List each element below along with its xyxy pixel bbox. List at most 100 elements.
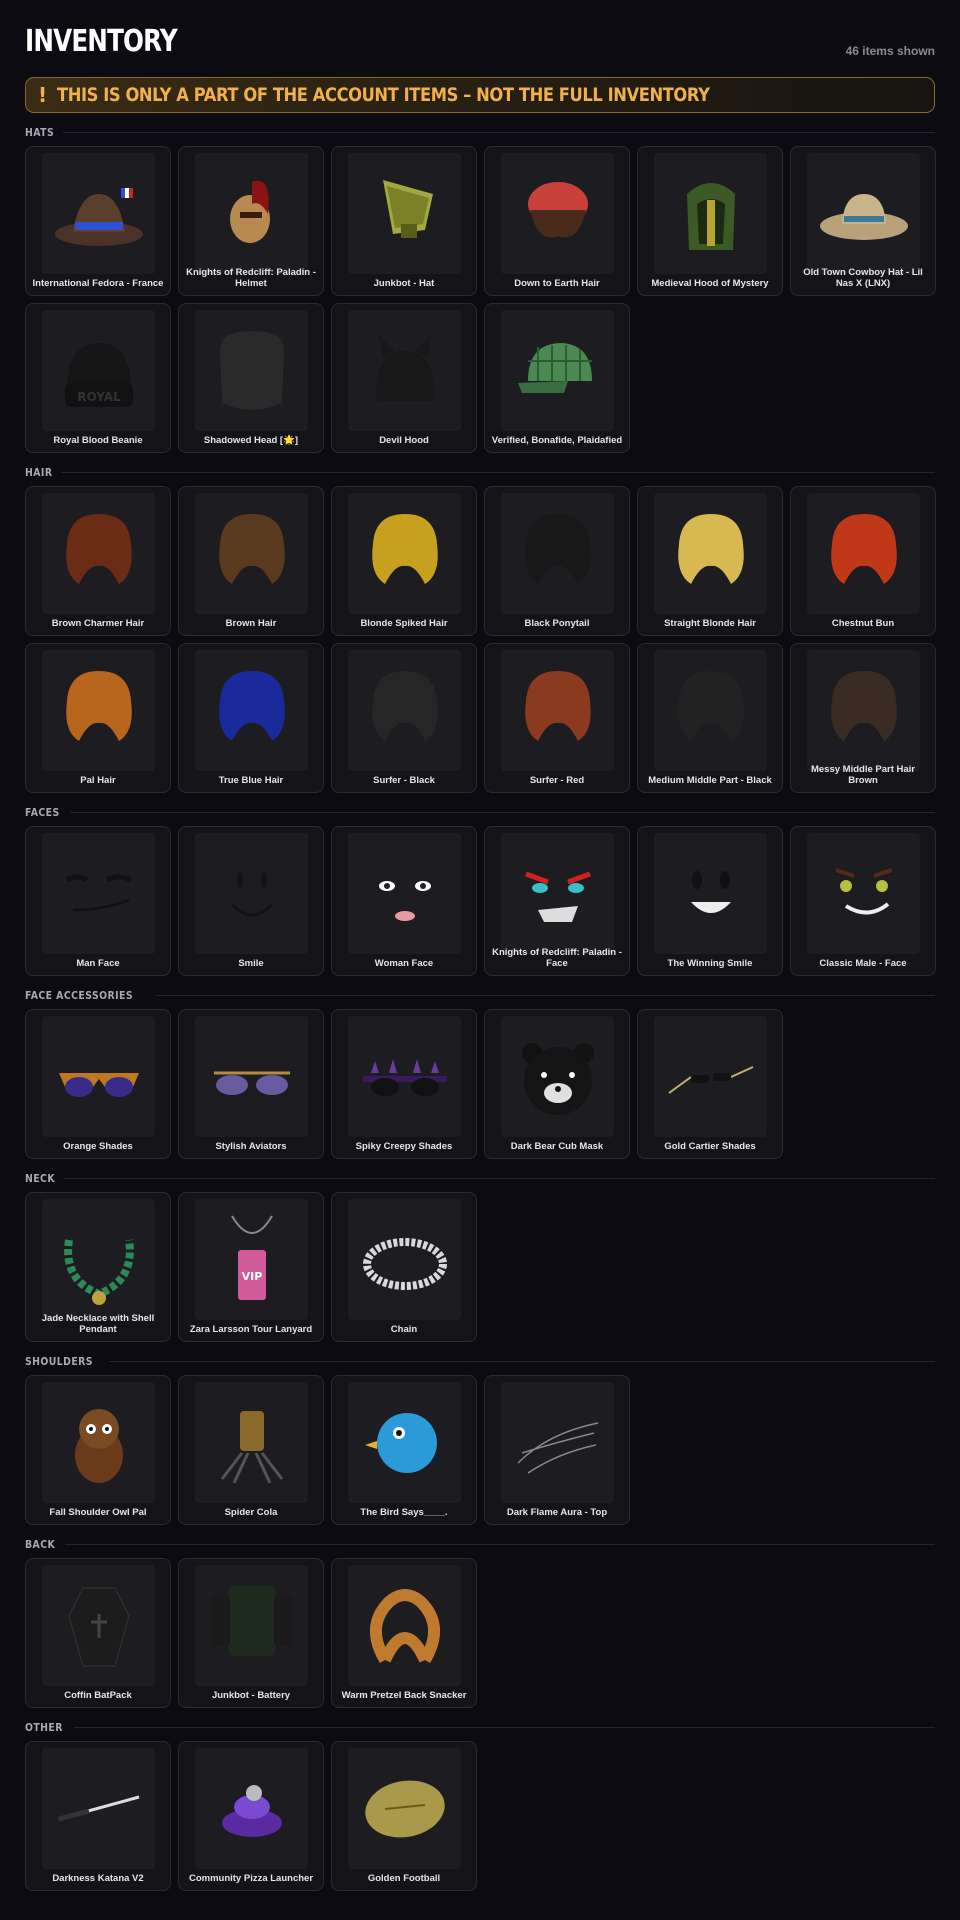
face-icon xyxy=(524,871,591,922)
item-card[interactable]: Woman Face xyxy=(331,826,477,976)
item-card[interactable]: Pal Hair xyxy=(25,643,171,793)
item-card[interactable]: Surfer - Black xyxy=(331,643,477,793)
item-thumbnail xyxy=(195,1748,308,1869)
svg-text:VIP: VIP xyxy=(241,1270,262,1283)
pretzel-icon xyxy=(369,1588,440,1663)
item-card[interactable]: International Fedora - France xyxy=(25,146,171,296)
beanie-hair-icon xyxy=(527,181,588,238)
fedora-hat-icon xyxy=(54,187,143,246)
item-card[interactable]: True Blue Hair xyxy=(178,643,324,793)
section-divider xyxy=(156,994,935,996)
item-card[interactable]: VIP Zara Larsson Tour Lanyard xyxy=(178,1192,324,1342)
item-thumbnail xyxy=(195,1016,308,1137)
item-name-text: Dark Flame Aura - Top xyxy=(506,1507,608,1518)
hair-icon xyxy=(677,513,744,584)
item-card[interactable]: Black Ponytail xyxy=(484,486,630,636)
item-card[interactable]: Golden Football xyxy=(331,1741,477,1891)
item-card[interactable]: Dark Flame Aura - Top xyxy=(484,1375,630,1525)
item-card[interactable]: The Bird Says____. xyxy=(331,1375,477,1525)
item-name: Knights of Redcliff: Paladin - Face xyxy=(489,947,625,969)
item-name-text: Smile xyxy=(238,958,264,969)
item-card[interactable]: Brown Charmer Hair xyxy=(25,486,171,636)
necklace-icon xyxy=(63,1238,134,1305)
item-card[interactable]: Coffin BatPack xyxy=(25,1558,171,1708)
item-name: Gold Cartier Shades xyxy=(642,1131,778,1152)
item-name: Medium Middle Part - Black xyxy=(642,765,778,786)
item-card[interactable]: Devil Hood xyxy=(331,303,477,453)
item-card[interactable]: Straight Blonde Hair xyxy=(637,486,783,636)
item-name: Warm Pretzel Back Snacker xyxy=(336,1680,472,1701)
item-thumbnail xyxy=(348,1382,461,1503)
item-name: Pal Hair xyxy=(30,765,166,786)
item-name-text: Old Town Cowboy Hat - Lil Nas X (LNX) xyxy=(803,267,923,289)
item-card[interactable]: Dark Bear Cub Mask xyxy=(484,1009,630,1159)
item-card[interactable]: Fall Shoulder Owl Pal xyxy=(25,1375,171,1525)
hair-icon xyxy=(677,670,744,741)
item-name: International Fedora - France xyxy=(30,268,166,289)
svg-text:ROYAL: ROYAL xyxy=(77,390,121,404)
item-card[interactable]: Stylish Aviators xyxy=(178,1009,324,1159)
hair-icon xyxy=(524,670,591,741)
item-name-text: Classic Male - Face xyxy=(819,958,907,969)
item-card[interactable]: Knights of Redcliff: Paladin - Helmet xyxy=(178,146,324,296)
item-card[interactable]: Knights of Redcliff: Paladin - Face xyxy=(484,826,630,976)
item-name: Orange Shades xyxy=(30,1131,166,1152)
item-name: Medieval Hood of Mystery xyxy=(642,268,778,289)
item-name: Messy Middle Part Hair Brown xyxy=(795,764,931,786)
item-card[interactable]: Darkness Katana V2 xyxy=(25,1741,171,1891)
item-thumbnail xyxy=(195,833,308,954)
item-thumbnail: VIP xyxy=(195,1199,308,1320)
item-card[interactable]: Blonde Spiked Hair xyxy=(331,486,477,636)
item-card[interactable]: Man Face xyxy=(25,826,171,976)
item-name-text: Junkbot - Battery xyxy=(211,1690,291,1701)
item-thumbnail xyxy=(195,493,308,614)
item-thumbnail xyxy=(807,153,920,274)
aura-icon xyxy=(516,1421,598,1474)
section-divider xyxy=(64,1177,935,1179)
item-card[interactable]: Messy Middle Part Hair Brown xyxy=(790,643,936,793)
item-card[interactable]: The Winning Smile xyxy=(637,826,783,976)
top-bar: INVENTORY 46 items shown xyxy=(0,0,960,68)
item-card[interactable]: Smile xyxy=(178,826,324,976)
item-card[interactable]: Classic Male - Face xyxy=(790,826,936,976)
item-card[interactable]: Community Pizza Launcher xyxy=(178,1741,324,1891)
battery-icon xyxy=(211,1585,292,1656)
item-card[interactable]: Verified, Bonafide, Plaidafied xyxy=(484,303,630,453)
item-card[interactable]: Medieval Hood of Mystery xyxy=(637,146,783,296)
item-name: Straight Blonde Hair xyxy=(642,608,778,629)
item-card[interactable]: Chain xyxy=(331,1192,477,1342)
item-card[interactable]: Junkbot - Battery xyxy=(178,1558,324,1708)
item-card[interactable]: Surfer - Red xyxy=(484,643,630,793)
item-name-text: Spiky Creepy Shades xyxy=(355,1141,453,1152)
item-thumbnail xyxy=(501,1016,614,1137)
item-card[interactable]: Jade Necklace with Shell Pendant xyxy=(25,1192,171,1342)
face-icon xyxy=(690,870,731,913)
item-card[interactable]: Spiky Creepy Shades xyxy=(331,1009,477,1159)
item-card[interactable]: Gold Cartier Shades xyxy=(637,1009,783,1159)
item-card[interactable]: Spider Cola xyxy=(178,1375,324,1525)
item-card[interactable]: Orange Shades xyxy=(25,1009,171,1159)
item-name-text: Zara Larsson Tour Lanyard xyxy=(189,1324,313,1335)
item-card[interactable]: Chestnut Bun xyxy=(790,486,936,636)
item-card[interactable]: Shadowed Head [🌟] xyxy=(178,303,324,453)
item-grid: Coffin BatPack Junkbot - Battery Warm Pret… xyxy=(25,1558,935,1708)
hair-icon xyxy=(830,670,897,741)
item-card[interactable]: ROYAL Royal Blood Beanie xyxy=(25,303,171,453)
item-name-text: Chestnut Bun xyxy=(831,618,895,629)
item-card[interactable]: Brown Hair xyxy=(178,486,324,636)
item-name-text: Devil Hood xyxy=(379,435,429,446)
item-card[interactable]: Medium Middle Part - Black xyxy=(637,643,783,793)
sunglasses-icon xyxy=(362,1058,447,1096)
item-thumbnail xyxy=(501,153,614,274)
section-hair: HAIR Brown Charmer Hair Brown Hair Blonde S… xyxy=(25,463,936,793)
section-label: HAIR xyxy=(25,465,53,479)
item-name-text: Straight Blonde Hair xyxy=(664,618,756,629)
item-card[interactable]: Warm Pretzel Back Snacker xyxy=(331,1558,477,1708)
item-card[interactable]: Junkbot - Hat xyxy=(331,146,477,296)
item-card[interactable]: Old Town Cowboy Hat - Lil Nas X (LNX) xyxy=(790,146,936,296)
item-thumbnail xyxy=(42,1565,155,1686)
section-other: OTHER Darkness Katana V2 Community Pizza L… xyxy=(25,1718,935,1891)
item-card[interactable]: Down to Earth Hair xyxy=(484,146,630,296)
item-thumbnail xyxy=(501,650,614,771)
cowboy-hat-icon xyxy=(819,193,908,240)
